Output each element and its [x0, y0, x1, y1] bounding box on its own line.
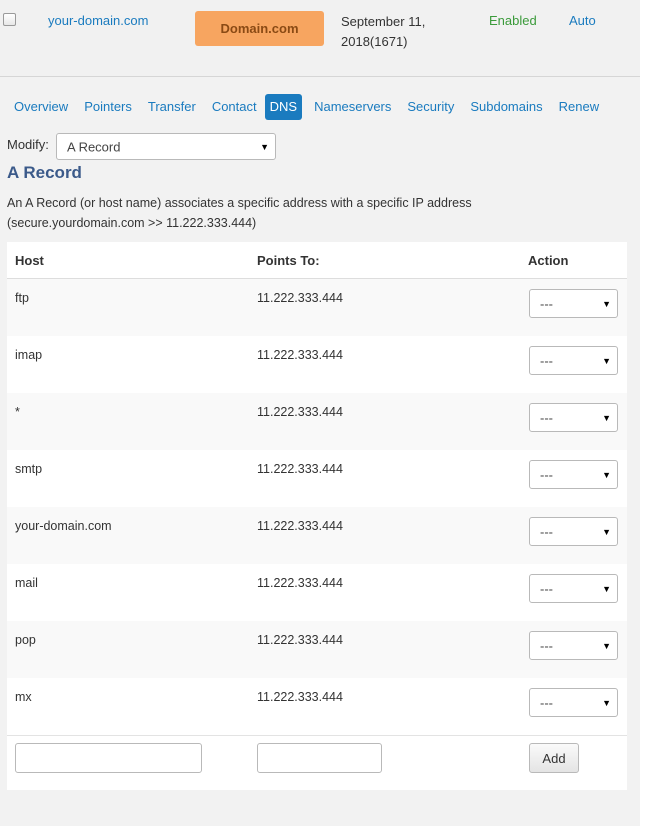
table-header: Host Points To: Action	[7, 242, 627, 279]
status-text: Enabled	[489, 13, 537, 28]
chevron-down-icon: ▼	[602, 526, 611, 537]
points-to-cell: 11.222.333.444	[257, 405, 343, 419]
action-value: ---	[540, 638, 553, 653]
domain-select-checkbox[interactable]	[3, 13, 16, 26]
add-record-button[interactable]: Add	[529, 743, 579, 773]
a-record-table: Host Points To: Action ftp 11.222.333.444…	[7, 242, 627, 790]
action-select[interactable]: --- ▼	[529, 289, 618, 318]
tab-subdomains[interactable]: Subdomains	[462, 94, 550, 120]
table-row: ftp 11.222.333.444 --- ▼	[7, 279, 627, 337]
tab-dns[interactable]: DNS	[264, 94, 303, 120]
tab-contact[interactable]: Contact	[204, 94, 265, 120]
table-row: * 11.222.333.444 --- ▼	[7, 393, 627, 451]
table-row: your-domain.com 11.222.333.444 --- ▼	[7, 507, 627, 565]
chevron-down-icon: ▼	[602, 412, 611, 423]
points-to-header: Points To:	[257, 253, 320, 268]
host-cell: pop	[15, 633, 36, 647]
tab-nameservers[interactable]: Nameservers	[306, 94, 399, 120]
table-row: mail 11.222.333.444 --- ▼	[7, 564, 627, 622]
table-row: smtp 11.222.333.444 --- ▼	[7, 450, 627, 508]
host-cell: mail	[15, 576, 38, 590]
host-cell: imap	[15, 348, 43, 362]
action-header: Action	[528, 253, 569, 268]
host-cell: ftp	[15, 291, 29, 305]
action-select[interactable]: --- ▼	[529, 688, 618, 717]
domain-tabs: Overview Pointers Transfer Contact DNS N…	[6, 94, 607, 120]
points-to-cell: 11.222.333.444	[257, 348, 343, 362]
points-to-cell: 11.222.333.444	[257, 576, 343, 590]
action-select[interactable]: --- ▼	[529, 403, 618, 432]
tab-pointers[interactable]: Pointers	[76, 94, 140, 120]
record-type-value: A Record	[67, 139, 121, 154]
chevron-down-icon: ▼	[260, 141, 269, 152]
action-value: ---	[540, 410, 553, 425]
action-select[interactable]: --- ▼	[529, 631, 618, 660]
host-cell: smtp	[15, 462, 43, 476]
domain-summary-row: your-domain.com Domain.com September 11,…	[0, 0, 640, 77]
modify-label: Modify:	[7, 137, 49, 152]
action-select[interactable]: --- ▼	[529, 517, 618, 546]
section-title: A Record	[7, 163, 82, 182]
domain-manager-page: your-domain.com Domain.com September 11,…	[0, 0, 640, 826]
tab-security[interactable]: Security	[399, 94, 462, 120]
domain-name-link[interactable]: your-domain.com	[48, 13, 148, 28]
action-select[interactable]: --- ▼	[529, 346, 618, 375]
chevron-down-icon: ▼	[602, 640, 611, 651]
host-cell: *	[15, 405, 20, 419]
section-description: An A Record (or host name) associates a …	[7, 196, 472, 230]
points-to-cell: 11.222.333.444	[257, 633, 343, 647]
host-cell: your-domain.com	[15, 519, 112, 533]
table-row: mx 11.222.333.444 --- ▼	[7, 678, 627, 736]
tab-transfer[interactable]: Transfer	[140, 94, 204, 120]
chevron-down-icon: ▼	[602, 583, 611, 594]
chevron-down-icon: ▼	[602, 469, 611, 480]
chevron-down-icon: ▼	[602, 355, 611, 366]
host-header: Host	[15, 253, 44, 268]
registrar-badge: Domain.com	[195, 11, 324, 46]
action-value: ---	[540, 695, 553, 710]
action-select[interactable]: --- ▼	[529, 460, 618, 489]
chevron-down-icon: ▼	[602, 697, 611, 708]
action-value: ---	[540, 353, 553, 368]
record-type-select[interactable]: A Record ▼	[56, 133, 276, 160]
new-host-input[interactable]	[15, 743, 202, 773]
action-value: ---	[540, 524, 553, 539]
action-value: ---	[540, 296, 553, 311]
new-points-to-input[interactable]	[257, 743, 382, 773]
chevron-down-icon: ▼	[602, 298, 611, 309]
points-to-cell: 11.222.333.444	[257, 291, 343, 305]
table-row: pop 11.222.333.444 --- ▼	[7, 621, 627, 679]
tab-renew[interactable]: Renew	[551, 94, 607, 120]
points-to-cell: 11.222.333.444	[257, 519, 343, 533]
points-to-cell: 11.222.333.444	[257, 690, 343, 704]
points-to-cell: 11.222.333.444	[257, 462, 343, 476]
action-select[interactable]: --- ▼	[529, 574, 618, 603]
table-row: imap 11.222.333.444 --- ▼	[7, 336, 627, 394]
expiration-date: September 11, 2018(1671)	[341, 14, 426, 49]
auto-renew-link[interactable]: Auto	[569, 13, 596, 28]
action-value: ---	[540, 581, 553, 596]
host-cell: mx	[15, 690, 32, 704]
action-value: ---	[540, 467, 553, 482]
tab-overview[interactable]: Overview	[6, 94, 76, 120]
